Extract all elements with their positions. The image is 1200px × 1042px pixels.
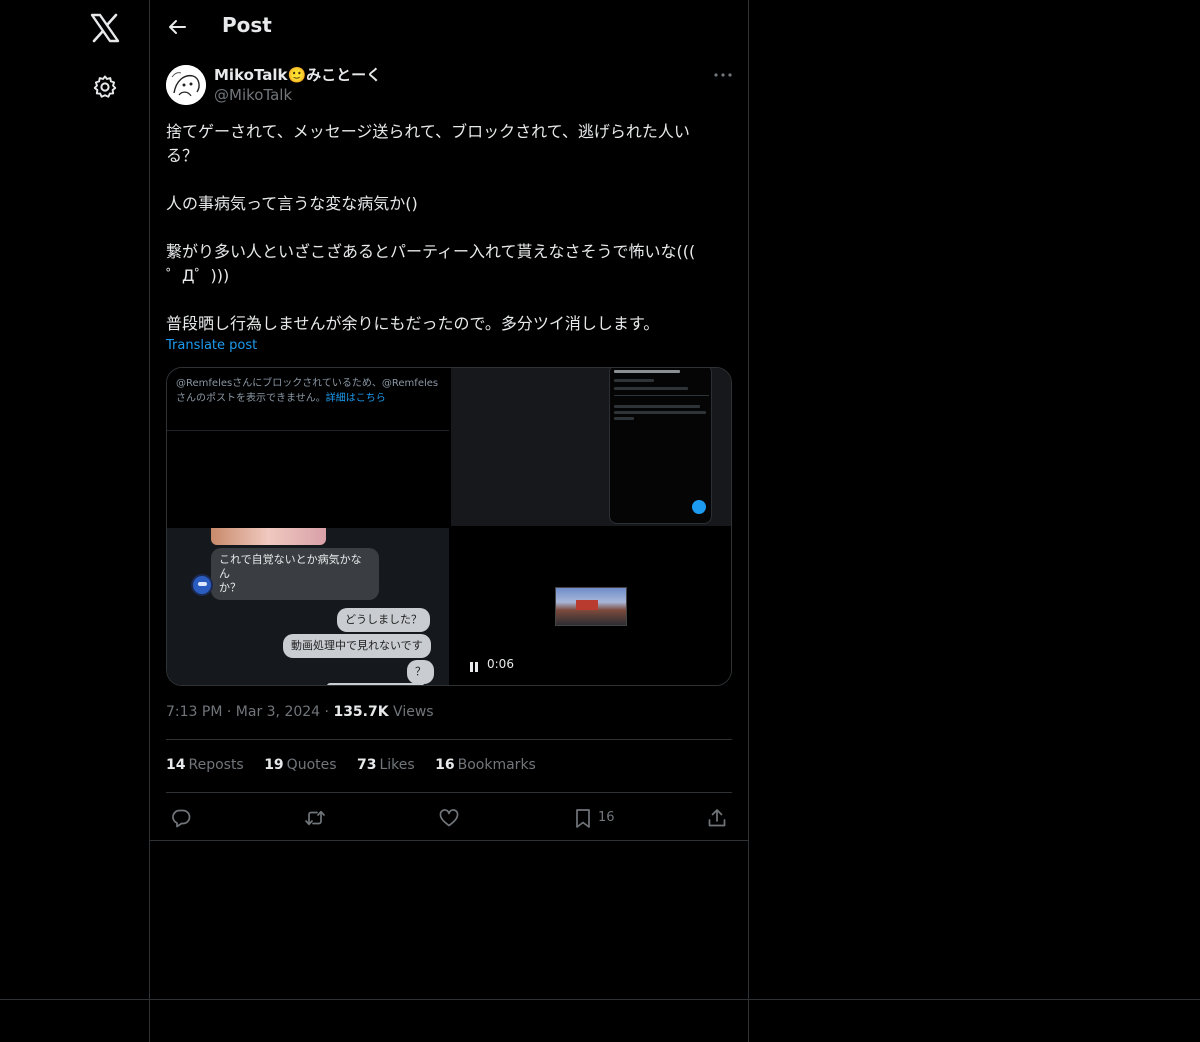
engagement-stats: 14 Reposts 19 Quotes 73 Likes 16 Bookmarks [166,757,552,773]
translate-link[interactable]: Translate post [166,338,257,353]
chat-bubble-outgoing: どうしました？ [337,608,430,632]
chat-avatar [191,574,213,596]
more-icon[interactable] [710,66,736,84]
chat-image [211,528,326,545]
left-rail [0,0,150,1042]
header: Post [150,0,748,54]
separator: · [226,704,236,720]
post-time[interactable]: 7:13 PM [166,704,222,720]
back-arrow-icon[interactable] [166,16,188,38]
reposts-stat[interactable]: 14 Reposts [166,757,244,773]
x-logo-icon[interactable] [89,13,121,43]
post-text: 捨てゲーされて、メッセージ送られて、ブロックされて、逃げられた人い る？ 人の事… [166,122,696,333]
views-count: 135.7K [333,704,389,720]
author-handle[interactable]: @MikoTalk [214,86,292,104]
share-icon[interactable] [706,807,728,829]
like-icon[interactable] [438,807,460,829]
repost-icon[interactable] [304,807,326,829]
author-name[interactable]: MikoTalk🙂みことーく [214,64,381,85]
bookmark-count: 16 [598,810,615,825]
media-tile-2[interactable] [451,368,731,526]
chat-bubble-outgoing: 動画処理中で見れないです [283,634,431,658]
post-meta: 7:13 PM · Mar 3, 2024 · 135.7K Views [166,704,434,720]
chat-bubble-incoming: これで自覚ないとか病気かなん か？ [211,548,379,600]
avatar[interactable] [166,65,206,105]
chat-bubble-outgoing: ？ [407,660,434,684]
media-tile-3[interactable]: これで自覚ないとか病気かなん か？ どうしました？ 動画処理中で見れないです ？ [167,528,449,685]
phone-screenshot [609,368,712,524]
media-tile-1[interactable]: @Remfelesさんにブロックされているため、@Remfelesさんのポストを… [167,368,449,526]
gear-icon[interactable] [92,74,118,100]
divider [0,999,1200,1000]
compose-icon [692,500,706,514]
quotes-stat[interactable]: 19 Quotes [264,757,336,773]
post-date[interactable]: Mar 3, 2024 [236,704,320,720]
media-tile-video[interactable]: 0:06 [451,528,731,685]
media-grid[interactable]: @Remfelesさんにブロックされているため、@Remfelesさんのポストを… [166,367,732,686]
divider [167,430,449,431]
views-label: Views [393,704,434,720]
reply-icon[interactable] [170,807,192,829]
bookmarks-stat[interactable]: 16 Bookmarks [435,757,536,773]
page-title: Post [222,13,272,37]
pause-icon[interactable] [469,658,479,672]
chat-bubble-outgoing [327,683,424,685]
main-column: Post MikoTalk🙂みことーく @MikoTalk 捨てゲーされて、メッ… [150,0,749,1042]
bookmark-icon[interactable] [572,807,594,829]
blocked-notice-link: 詳細はこちら [325,393,386,404]
likes-stat[interactable]: 73 Likes [357,757,415,773]
video-thumbnail [555,587,627,626]
action-bar: 16 [150,793,748,841]
divider [166,739,732,740]
blocked-notice: @Remfelesさんにブロックされているため、@Remfelesさんのポストを… [176,378,439,404]
video-time: 0:06 [487,657,514,671]
